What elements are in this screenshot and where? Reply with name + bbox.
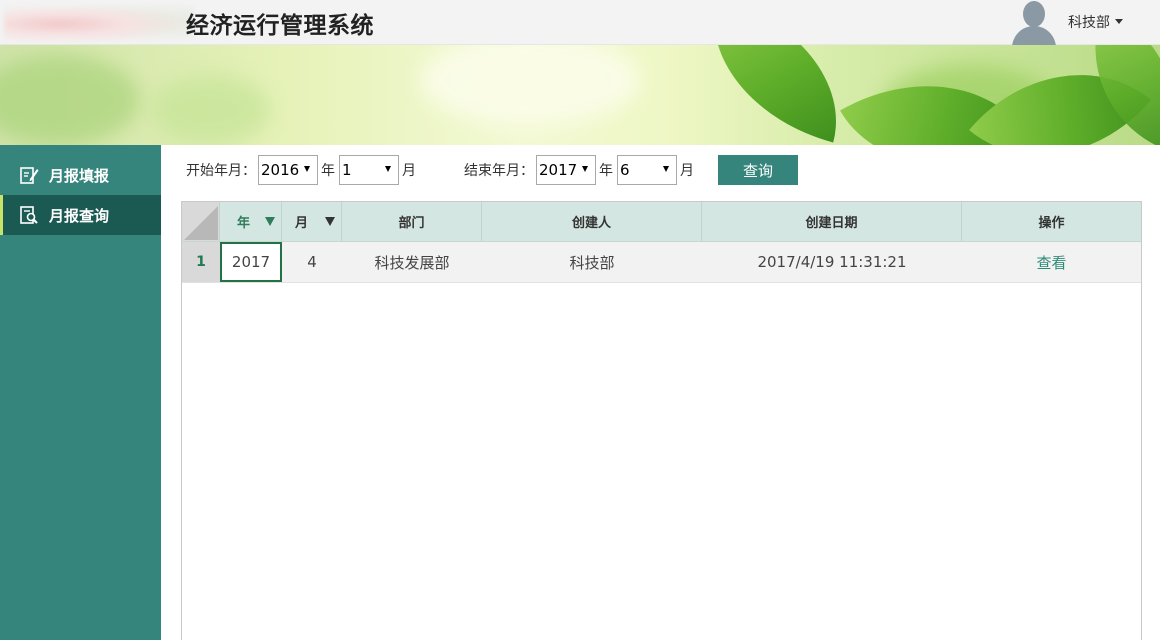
column-header-year[interactable]: 年 [220, 202, 282, 241]
start-date-label: 开始年月： [186, 163, 256, 179]
sidebar-item-label: 月报查询 [49, 206, 110, 225]
end-date-label: 结束年月： [464, 163, 534, 179]
table-row[interactable]: 1 2017 4 科技发展部 科技部 2017/4/19 11:31:21 查看 [182, 242, 1141, 283]
start-year-select[interactable]: 2016 [258, 155, 318, 185]
column-header-label: 创建人 [571, 216, 611, 231]
column-header-label: 年 [236, 216, 250, 231]
start-month-select[interactable]: 1 [339, 155, 399, 185]
column-header-creator: 创建人 [482, 202, 702, 241]
year-unit-label: 年 [321, 163, 335, 179]
caret-down-icon [1115, 18, 1123, 24]
filter-arrow-icon[interactable] [325, 217, 335, 226]
dropdown-arrow-icon [663, 166, 669, 172]
column-header-month[interactable]: 月 [282, 202, 342, 241]
start-month-value: 1 [342, 161, 352, 179]
sidebar-item-label: 月报填报 [49, 166, 110, 185]
top-header: 经济运行管理系统 科技部 [0, 0, 1160, 45]
sidebar: 月报填报 月报查询 [0, 145, 161, 640]
edit-form-icon [18, 164, 40, 186]
month-unit-label: 月 [402, 163, 416, 179]
dropdown-arrow-icon [582, 166, 588, 172]
row-number: 1 [182, 242, 220, 282]
column-header-dept: 部门 [342, 202, 482, 241]
filter-arrow-icon[interactable] [265, 217, 275, 226]
sidebar-item-monthly-report-entry[interactable]: 月报填报 [0, 155, 161, 195]
user-menu-dropdown[interactable]: 科技部 [1068, 12, 1123, 32]
column-header-label: 创建日期 [805, 216, 858, 231]
end-year-value: 2017 [539, 161, 578, 179]
cell-year[interactable]: 2017 [220, 242, 282, 282]
column-header-action: 操作 [962, 202, 1141, 241]
column-header-label: 操作 [1038, 216, 1065, 231]
search-document-icon [18, 204, 40, 226]
app-title: 经济运行管理系统 [186, 13, 374, 39]
year-unit-label: 年 [599, 163, 613, 179]
table-header-row: 年 月 部门 创建人 创建日期 操作 [182, 202, 1141, 242]
end-year-select[interactable]: 2017 [536, 155, 596, 185]
query-bar: 开始年月： 2016 年 1 月 结束年月： 2017 年 6 月 查询 [186, 155, 798, 185]
sidebar-item-monthly-report-query[interactable]: 月报查询 [0, 195, 161, 235]
month-unit-label: 月 [680, 163, 694, 179]
cell-month[interactable]: 4 [282, 242, 342, 282]
view-link[interactable]: 查看 [1036, 252, 1066, 273]
cell-created-date[interactable]: 2017/4/19 11:31:21 [702, 242, 962, 282]
column-header-label: 部门 [398, 216, 425, 231]
cell-dept[interactable]: 科技发展部 [342, 242, 482, 282]
cell-creator[interactable]: 科技部 [482, 242, 702, 282]
logo [4, 4, 194, 44]
report-table: 年 月 部门 创建人 创建日期 操作 1 2017 4 科技发展部 科技部 20… [181, 201, 1142, 640]
dropdown-arrow-icon [304, 166, 310, 172]
query-button[interactable]: 查询 [718, 155, 798, 185]
user-menu-label: 科技部 [1068, 15, 1110, 31]
start-year-value: 2016 [261, 161, 300, 179]
column-header-created-date: 创建日期 [702, 202, 962, 241]
user-avatar-icon[interactable] [1010, 0, 1058, 45]
cell-action: 查看 [962, 242, 1141, 282]
select-all-corner[interactable] [182, 202, 220, 241]
leaf-banner [0, 45, 1160, 145]
end-month-select[interactable]: 6 [617, 155, 677, 185]
column-header-label: 月 [294, 216, 308, 231]
dropdown-arrow-icon [385, 166, 391, 172]
end-month-value: 6 [620, 161, 630, 179]
